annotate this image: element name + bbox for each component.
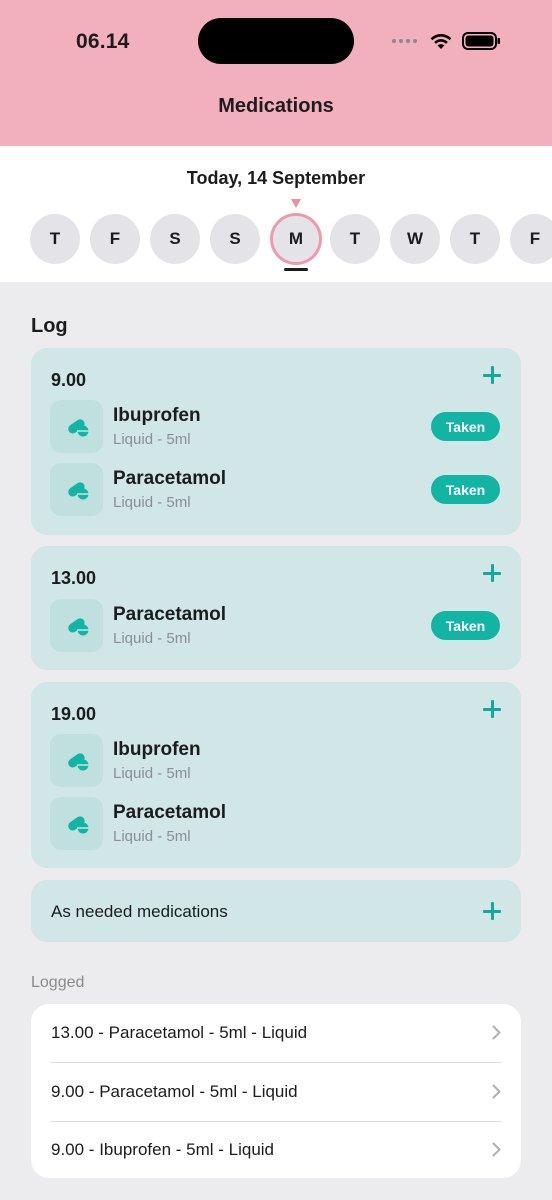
- group-time: 9.00: [51, 370, 87, 390]
- medication-detail: Liquid - 5ml: [113, 431, 191, 448]
- logged-entry[interactable]: 13.00 - Paracetamol - 5ml - Liquid: [51, 1004, 521, 1062]
- page-title: Medications: [218, 95, 334, 117]
- medication-name: Paracetamol: [113, 802, 227, 823]
- status-time: 06.14: [76, 30, 130, 53]
- add-plus-icon[interactable]: [483, 366, 501, 384]
- as-needed-card[interactable]: As needed medications: [31, 880, 521, 942]
- day-button[interactable]: T: [330, 214, 380, 264]
- logged-entry-text: 9.00 - Ibuprofen - 5ml - Liquid: [51, 1140, 275, 1159]
- day-button-selected[interactable]: M: [270, 213, 322, 265]
- status-icons: [392, 30, 502, 52]
- logged-entry-text: 13.00 - Paracetamol - 5ml - Liquid: [51, 1023, 308, 1042]
- date-label: Today, 14 September: [186, 168, 366, 188]
- logged-list: 13.00 - Paracetamol - 5ml - Liquid 9.00 …: [31, 1004, 521, 1178]
- day-button[interactable]: S: [150, 214, 200, 264]
- medication-row[interactable]: Ibuprofen Liquid - 5ml Taken: [50, 400, 500, 454]
- add-plus-icon[interactable]: [483, 700, 501, 718]
- chevron-right-icon: [492, 1084, 501, 1099]
- medication-detail: Liquid - 5ml: [113, 630, 191, 647]
- battery-icon: [462, 32, 500, 50]
- medication-name: Paracetamol: [113, 604, 227, 625]
- medication-row[interactable]: Paracetamol Liquid - 5ml Taken: [50, 463, 500, 517]
- day-button[interactable]: F: [90, 214, 140, 264]
- log-group-card: 9.00 Ibuprofen Liquid - 5ml Taken Parace…: [31, 348, 521, 535]
- medication-detail: Liquid - 5ml: [113, 765, 191, 782]
- add-plus-icon[interactable]: [483, 564, 501, 582]
- day-button[interactable]: T: [450, 214, 500, 264]
- log-group-card: 13.00 Paracetamol Liquid - 5ml Taken: [31, 546, 521, 670]
- medication-detail: Liquid - 5ml: [113, 494, 191, 511]
- logged-entry[interactable]: 9.00 - Paracetamol - 5ml - Liquid: [51, 1063, 521, 1121]
- add-plus-icon[interactable]: [483, 902, 501, 920]
- group-time: 13.00: [51, 568, 97, 588]
- group-time: 19.00: [51, 704, 97, 724]
- wifi-icon: [430, 34, 452, 49]
- logged-entry[interactable]: 9.00 - Ibuprofen - 5ml - Liquid: [51, 1121, 521, 1178]
- taken-badge[interactable]: Taken: [431, 475, 500, 504]
- medication-row[interactable]: Paracetamol Liquid - 5ml Taken: [50, 599, 500, 653]
- log-section-title: Log: [31, 315, 68, 337]
- pills-icon: [50, 400, 103, 453]
- day-button[interactable]: T: [30, 214, 80, 264]
- as-needed-label: As needed medications: [51, 902, 228, 921]
- day-button[interactable]: S: [210, 214, 260, 264]
- log-group-card: 19.00 Ibuprofen Liquid - 5ml Paracetamol…: [31, 682, 521, 868]
- pills-icon: [50, 734, 103, 787]
- medication-name: Ibuprofen: [113, 739, 201, 760]
- chevron-right-icon: [492, 1142, 501, 1157]
- medication-name: Ibuprofen: [113, 405, 201, 426]
- header: 06.14 Medications: [0, 0, 552, 146]
- logged-section-title: Logged: [31, 974, 85, 991]
- selected-day-pointer-icon: [291, 199, 301, 208]
- pills-icon: [50, 463, 103, 516]
- medication-row[interactable]: Paracetamol Liquid - 5ml: [50, 797, 500, 851]
- signal-dots-icon: [392, 39, 417, 43]
- date-selector: Today, 14 September T F S S M T W T F: [0, 146, 552, 282]
- taken-badge[interactable]: Taken: [431, 611, 500, 640]
- taken-badge[interactable]: Taken: [431, 412, 500, 441]
- dynamic-island: [198, 18, 354, 64]
- medication-name: Paracetamol: [113, 468, 227, 489]
- medication-row[interactable]: Ibuprofen Liquid - 5ml: [50, 734, 500, 788]
- day-button[interactable]: W: [390, 214, 440, 264]
- selected-day-underline: [284, 268, 308, 271]
- pills-icon: [50, 599, 103, 652]
- medication-detail: Liquid - 5ml: [113, 828, 191, 845]
- day-button[interactable]: F: [510, 214, 552, 264]
- chevron-right-icon: [492, 1025, 501, 1040]
- pills-icon: [50, 797, 103, 850]
- logged-entry-text: 9.00 - Paracetamol - 5ml - Liquid: [51, 1082, 298, 1101]
